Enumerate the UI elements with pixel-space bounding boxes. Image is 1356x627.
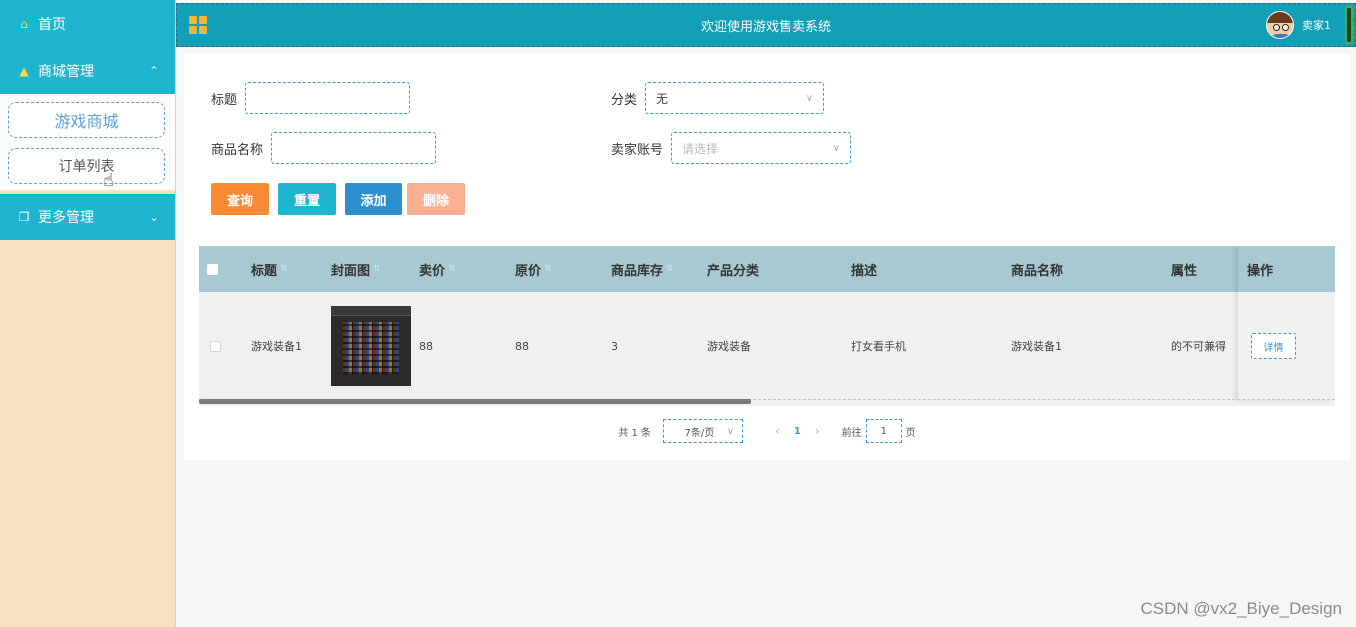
detail-button[interactable]: 详情 — [1251, 333, 1296, 359]
col-description: 描述 — [851, 263, 878, 279]
header-scrollbar[interactable] — [1345, 6, 1353, 44]
row-checkbox[interactable] — [210, 292, 221, 400]
chevron-down-icon: ⌄ — [148, 210, 159, 224]
col-original-price[interactable]: 原价 ⇅ — [515, 246, 552, 292]
user-name: 卖家1 — [1302, 19, 1331, 32]
actions-column: 操作 详情 — [1238, 246, 1335, 400]
col-actions: 操作 — [1238, 246, 1335, 292]
product-name-filter: 商品名称 — [211, 132, 437, 164]
sort-icon: ⇅ — [666, 264, 674, 274]
page-number-current[interactable]: 1 — [794, 426, 801, 437]
reset-button[interactable]: 重置 — [278, 183, 336, 215]
title-input[interactable] — [245, 82, 411, 114]
goto-prefix: 前往 — [841, 427, 862, 439]
chevron-down-icon: ∨ — [726, 425, 735, 437]
category-select[interactable]: 无 ∨ — [645, 82, 825, 114]
chevron-down-icon: ∨ — [832, 142, 841, 154]
select-all-checkbox[interactable] — [207, 246, 218, 292]
cell-cover — [331, 292, 411, 400]
sort-icon: ⇅ — [544, 264, 552, 274]
sidebar: ⌂ 首页 ▲ 商城管理 ⌃ 游戏商城 订单列表 ❐ 更多管理 ⌄ — [0, 0, 176, 627]
prev-page-button[interactable]: ‹ — [775, 424, 780, 438]
col-title[interactable]: 标题 ⇅ — [251, 246, 288, 292]
sidebar-item-home[interactable]: ⌂ 首页 — [0, 0, 175, 48]
seller-filter: 卖家账号 请选择 ∨ — [611, 132, 852, 164]
col-attribute: 属性 — [1171, 263, 1198, 279]
cell-category: 游戏装备 — [707, 340, 751, 353]
submenu: 游戏商城 订单列表 — [0, 94, 175, 190]
hand-cursor-icon: ☝ — [103, 170, 114, 191]
category-label: 分类 — [611, 92, 638, 108]
avatar — [1266, 11, 1294, 39]
bag-icon: ▲ — [19, 64, 29, 78]
goto-suffix: 页 — [905, 427, 916, 439]
table-header: 标题 ⇅ 封面图 ⇅ 卖价 ⇅ 原价 ⇅ 商品库存 ⇅ 产品分类 描述 商品名称 属性 — [199, 246, 1335, 292]
cell-original-price: 88 — [515, 339, 529, 353]
col-product-name: 商品名称 — [1011, 263, 1064, 279]
top-header: 欢迎使用游戏售卖系统 卖家1 — [176, 3, 1356, 47]
sidebar-item-more-management[interactable]: ❐ 更多管理 ⌄ — [0, 194, 175, 240]
cell-product-name: 游戏装备1 — [1011, 340, 1062, 353]
user-menu[interactable]: 卖家1 — [1266, 11, 1331, 39]
category-filter: 分类 无 ∨ — [611, 82, 825, 114]
seller-placeholder: 请选择 — [682, 141, 719, 156]
query-button[interactable]: 查询 — [211, 183, 269, 215]
sidebar-item-label: 更多管理 — [38, 210, 94, 226]
horizontal-scrollbar[interactable] — [199, 399, 751, 404]
col-category: 产品分类 — [707, 263, 760, 279]
page-size-value: 7条/页 — [684, 427, 715, 439]
title-label: 标题 — [211, 92, 238, 108]
total-count: 共 1 条 — [618, 427, 652, 439]
cell-stock: 3 — [611, 339, 618, 353]
cell-attribute: 的不可兼得 — [1171, 340, 1226, 353]
sidebar-item-label: 首页 — [38, 17, 66, 33]
delete-button[interactable]: 删除 — [407, 183, 465, 215]
product-table: 标题 ⇅ 封面图 ⇅ 卖价 ⇅ 原价 ⇅ 商品库存 ⇅ 产品分类 描述 商品名称 属性 游… — [199, 246, 1335, 406]
next-page-button[interactable]: › — [815, 424, 820, 438]
page-title: 欢迎使用游戏售卖系统 — [700, 19, 831, 35]
sort-icon: ⇅ — [373, 264, 381, 274]
watermark: CSDN @vx2_Biye_Design — [1140, 599, 1342, 618]
product-name-input[interactable] — [271, 132, 437, 164]
col-price[interactable]: 卖价 ⇅ — [419, 246, 456, 292]
add-button[interactable]: 添加 — [345, 183, 402, 215]
sort-icon: ⇅ — [280, 264, 288, 274]
copy-icon: ❐ — [18, 210, 30, 224]
chevron-up-icon: ⌃ — [148, 64, 159, 78]
home-icon: ⌂ — [20, 17, 28, 31]
cell-description: 打女看手机 — [851, 340, 906, 353]
col-cover[interactable]: 封面图 ⇅ — [331, 246, 381, 292]
goto-page-input[interactable]: 1 — [865, 419, 902, 443]
sidebar-item-label: 商城管理 — [38, 64, 94, 80]
cell-price: 88 — [419, 339, 433, 353]
product-name-label: 商品名称 — [211, 142, 264, 158]
pagination: 共 1 条 7条/页 ∨ ‹ 1 › 前往 1 页 — [184, 418, 1350, 444]
main-card: 标题 分类 无 ∨ 商品名称 卖家账号 请选择 ∨ 查询 重置 添加 删除 标题… — [184, 54, 1350, 460]
title-filter: 标题 — [211, 82, 411, 114]
sort-icon: ⇅ — [448, 264, 456, 274]
page-size-select[interactable]: 7条/页 ∨ — [663, 419, 744, 443]
col-stock[interactable]: 商品库存 ⇅ — [611, 246, 674, 292]
cover-image — [331, 306, 411, 386]
sidebar-subitem-order-list[interactable]: 订单列表 — [8, 148, 165, 184]
seller-label: 卖家账号 — [611, 142, 664, 158]
chevron-down-icon: ∨ — [805, 92, 814, 104]
table-row[interactable]: 游戏装备1 88 88 3 游戏装备 打女看手机 游戏装备1 的不可兼得 — [199, 292, 1335, 400]
category-value: 无 — [656, 91, 669, 106]
sidebar-subitem-game-mall[interactable]: 游戏商城 — [8, 102, 165, 138]
sidebar-item-mall-management[interactable]: ▲ 商城管理 ⌃ — [0, 48, 175, 94]
seller-select[interactable]: 请选择 ∨ — [671, 132, 852, 164]
cell-title: 游戏装备1 — [251, 340, 302, 353]
